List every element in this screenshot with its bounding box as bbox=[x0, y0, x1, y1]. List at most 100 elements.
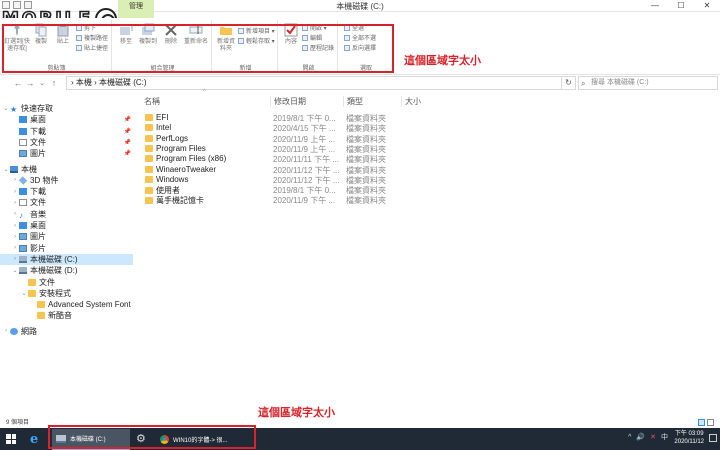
close-button[interactable]: ✕ bbox=[694, 0, 720, 12]
file-row[interactable]: EFI 2019/8/1 下午 0... 檔案資料夾 bbox=[141, 113, 561, 123]
nav-item[interactable]: 下載 📌 bbox=[0, 126, 133, 137]
edge-icon[interactable]: e bbox=[30, 432, 38, 447]
recent-locations-icon[interactable]: ⌄ bbox=[36, 79, 48, 87]
nav-item-label: 3D 物件 bbox=[30, 175, 59, 185]
input-method-icon[interactable]: 中 bbox=[661, 432, 668, 442]
file-row[interactable]: Program Files (x86) 2020/11/11 下午 ... 檔案資料… bbox=[141, 154, 561, 164]
chevron-right-icon[interactable]: › bbox=[11, 256, 19, 262]
search-placeholder: 搜尋 本機磁碟 (C:) bbox=[591, 79, 649, 86]
nav-item[interactable]: › 桌面 bbox=[0, 220, 133, 231]
nav-item[interactable]: ⌄ 安裝程式 bbox=[0, 288, 133, 299]
navigation-pane: ⌄ ★ 快速存取 桌面 📌 下載 📌 文件 📌 圖片 📌 ⌄ 本機 › 3D 物件 › 下載 › 文件 › ♪ 音樂 › 桌面… bbox=[0, 93, 133, 413]
file-row[interactable]: Windows 2020/11/12 下午 ... 檔案資料夾 bbox=[141, 175, 561, 185]
back-arrow-icon[interactable]: ← bbox=[12, 78, 24, 88]
nav-item[interactable]: › ♪ 音樂 bbox=[0, 209, 133, 220]
folder-icon bbox=[145, 124, 153, 132]
desktop-icon bbox=[19, 116, 27, 124]
forward-arrow-icon[interactable]: → bbox=[24, 78, 36, 88]
nav-item-label: 桌面 bbox=[30, 115, 46, 125]
column-header-size[interactable]: 大小 bbox=[402, 96, 457, 107]
nav-item[interactable]: 文件 bbox=[0, 277, 133, 288]
clock[interactable]: 下午 03:09 2020/11/12 bbox=[674, 430, 704, 446]
pin-icon: 📌 bbox=[123, 139, 131, 146]
item-count: 9 個項目 bbox=[6, 420, 30, 426]
file-name: EFI bbox=[145, 113, 168, 122]
show-hidden-icons-icon[interactable]: ^ bbox=[628, 434, 631, 441]
large-icons-view-icon[interactable] bbox=[707, 419, 714, 426]
column-header-name[interactable]: 名稱 bbox=[141, 96, 271, 107]
file-name: Windows bbox=[145, 175, 188, 184]
chevron-right-icon[interactable]: › bbox=[11, 223, 19, 229]
nav-item[interactable]: Advanced System Font Ch bbox=[0, 299, 133, 310]
file-name: 萬手機記憶卡 bbox=[145, 195, 204, 206]
chevron-right-icon[interactable]: › bbox=[11, 200, 19, 206]
file-row[interactable]: WinaeroTweaker 2020/11/12 下午 ... 檔案資料夾 bbox=[141, 165, 561, 175]
file-name: Program Files bbox=[145, 144, 206, 153]
file-row[interactable]: PerfLogs 2020/11/9 上午 ... 檔案資料夾 bbox=[141, 134, 561, 144]
folder-icon bbox=[145, 114, 153, 121]
chevron-right-icon[interactable]: › bbox=[11, 189, 19, 195]
chevron-right-icon[interactable]: › bbox=[11, 211, 19, 217]
search-input[interactable]: ⌕ 搜尋 本機磁碟 (C:) bbox=[578, 76, 718, 90]
file-name: Program Files (x86) bbox=[145, 154, 226, 163]
file-row[interactable]: Intel 2020/4/15 下午 ... 檔案資料夾 bbox=[141, 123, 561, 133]
chevron-right-icon[interactable]: › bbox=[11, 177, 19, 183]
pin-icon: 📌 bbox=[123, 128, 131, 135]
picture-icon bbox=[19, 150, 27, 158]
nav-item[interactable]: ⌄ ★ 快速存取 bbox=[0, 103, 133, 114]
nav-item[interactable]: ⌄ 本機 bbox=[0, 164, 133, 175]
chevron-right-icon[interactable]: › bbox=[11, 234, 19, 240]
details-view-icon[interactable] bbox=[698, 419, 705, 426]
nav-item[interactable]: › 影片 bbox=[0, 243, 133, 254]
chevron-down-icon[interactable]: ⌄ bbox=[2, 166, 10, 173]
up-arrow-icon[interactable]: ↑ bbox=[48, 78, 60, 88]
address-bar[interactable]: › 本機 › 本機磁碟 (C:) bbox=[66, 76, 562, 90]
column-header-type[interactable]: 類型 bbox=[344, 96, 402, 107]
nav-item[interactable]: 桌面 📌 bbox=[0, 114, 133, 125]
chevron-right-icon[interactable]: › bbox=[11, 245, 19, 251]
pin-icon: 📌 bbox=[123, 117, 131, 124]
nav-item[interactable]: › 圖片 bbox=[0, 231, 133, 242]
nav-item[interactable]: 新酷音 bbox=[0, 310, 133, 321]
document-icon bbox=[19, 138, 27, 146]
chevron-down-icon[interactable]: ⌄ bbox=[11, 267, 19, 274]
nav-item[interactable]: › 本機磁碟 (C:) bbox=[0, 253, 133, 265]
network-disconnected-icon[interactable]: ✕ bbox=[650, 433, 656, 441]
nav-item-label: 桌面 bbox=[30, 221, 46, 230]
column-header-date[interactable]: 修改日期 bbox=[271, 96, 344, 107]
clock-time: 下午 03:09 bbox=[674, 431, 704, 437]
nav-item-label: 本機磁碟 (C:) bbox=[30, 254, 78, 264]
nav-item[interactable]: 文件 📌 bbox=[0, 137, 133, 148]
chevron-down-icon[interactable]: ⌄ bbox=[20, 290, 28, 297]
windows-start-icon[interactable] bbox=[6, 434, 16, 444]
notification-center-icon[interactable] bbox=[709, 434, 717, 442]
maximize-button[interactable]: ☐ bbox=[668, 0, 694, 12]
view-switcher bbox=[698, 419, 714, 426]
folder-icon bbox=[145, 134, 153, 142]
nav-item[interactable]: › 3D 物件 bbox=[0, 175, 133, 186]
folder-icon bbox=[28, 278, 36, 286]
nav-item[interactable]: › 下載 bbox=[0, 186, 133, 197]
nav-item-label: Advanced System Font Ch bbox=[48, 300, 133, 310]
chevron-down-icon[interactable]: ⌄ bbox=[2, 105, 10, 112]
nav-item[interactable]: ⌄ 本機磁碟 (D:) bbox=[0, 265, 133, 276]
folder-icon bbox=[37, 301, 45, 309]
nav-item-label: 網路 bbox=[21, 326, 37, 336]
minimize-button[interactable]: — bbox=[642, 0, 668, 12]
file-row[interactable]: Program Files 2020/11/9 上午 ... 檔案資料夾 bbox=[141, 144, 561, 154]
nav-item[interactable]: 圖片 📌 bbox=[0, 148, 133, 159]
taskbar-highlight-box bbox=[48, 425, 256, 449]
nav-item[interactable]: › 文件 bbox=[0, 197, 133, 208]
nav-item-label: 文件 bbox=[30, 137, 46, 147]
folder-icon bbox=[28, 289, 36, 297]
file-row[interactable]: 萬手機記憶卡 2020/11/9 下午 ... 檔案資料夾 bbox=[141, 195, 561, 205]
speaker-icon[interactable]: 🔊 bbox=[636, 433, 645, 441]
refresh-icon[interactable]: ↻ bbox=[562, 76, 576, 90]
nav-item-label: 快速存取 bbox=[21, 104, 53, 113]
file-row[interactable]: 使用者 2019/8/1 下午 0... 檔案資料夾 bbox=[141, 185, 561, 195]
file-type: 檔案資料夾 bbox=[346, 196, 386, 206]
chevron-right-icon[interactable]: › bbox=[2, 328, 10, 334]
folder-icon bbox=[145, 165, 153, 173]
nav-item[interactable]: › 網路 bbox=[0, 326, 133, 337]
folder-icon bbox=[145, 187, 153, 195]
